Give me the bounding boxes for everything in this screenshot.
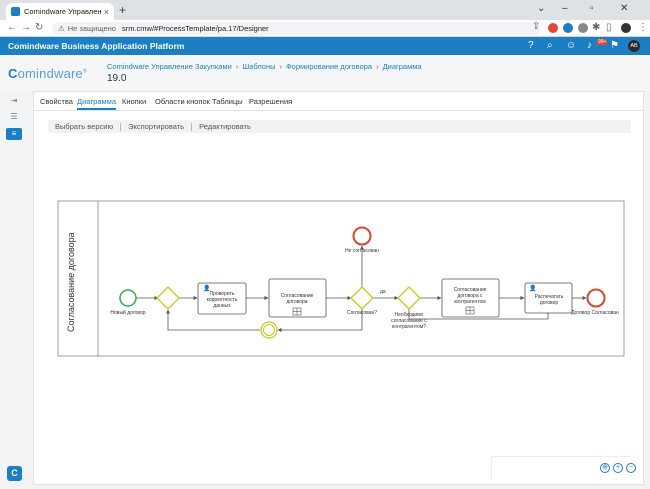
- browser-tab-strip: Comindware Управление Закуп × + ⌄ – ▫ ✕: [0, 0, 650, 20]
- notifications-icon[interactable]: ♪: [587, 40, 592, 51]
- comindware-app-icon[interactable]: C: [7, 466, 22, 481]
- export-button[interactable]: Экспортировать: [121, 122, 191, 131]
- breadcrumb-item[interactable]: Comindware Управление Закупками: [107, 62, 232, 71]
- profile-icon[interactable]: [621, 23, 631, 33]
- extension-icon[interactable]: [578, 23, 588, 33]
- tab-diagram[interactable]: Диаграмма: [77, 97, 117, 110]
- zoom-out-icon[interactable]: −: [626, 463, 636, 473]
- sidebar-panel-icon[interactable]: ▯: [606, 22, 612, 33]
- url-text: srm.cmw/#ProcessTemplate/pa.17/Designer: [121, 24, 269, 33]
- page-header: Comindware® Comindware Управление Закупк…: [0, 55, 650, 91]
- task-label: данных: [213, 303, 231, 309]
- back-icon[interactable]: ←: [7, 22, 17, 33]
- user-icon: 👤: [529, 284, 536, 292]
- end-event-label: Договор Согласован: [571, 310, 619, 316]
- tab-buttons[interactable]: Кнопки: [122, 97, 146, 106]
- start-event-label: Новый договор: [110, 309, 145, 316]
- warning-icon: ⚠: [58, 24, 65, 33]
- tab-button-areas[interactable]: Области кнопок: [155, 97, 210, 106]
- breadcrumb-item[interactable]: Диаграмма: [383, 62, 422, 71]
- minimize-icon[interactable]: –: [562, 3, 568, 14]
- pool[interactable]: [57, 200, 625, 357]
- gateway-label: контрагентом?: [392, 324, 426, 330]
- pool-label: Согласование договора: [66, 232, 76, 332]
- select-version-button[interactable]: Выбрать версию: [48, 122, 120, 131]
- end-event-rejected[interactable]: [352, 226, 372, 246]
- flow-label: да: [380, 289, 386, 295]
- bpmn-diagram: Согласование договора Новый договор 👤 Пр…: [57, 200, 625, 357]
- app-title: Comindware Business Application Platform: [8, 41, 185, 51]
- tab-bar: Свойства Диаграмма Кнопки Области кнопок…: [34, 92, 643, 111]
- browser-tab[interactable]: Comindware Управление Закуп ×: [6, 3, 114, 20]
- zoom-controls: ⊕ + −: [491, 456, 636, 480]
- diagram-toolbar: Выбрать версию Экспортировать Редактиров…: [48, 120, 631, 133]
- new-tab-icon[interactable]: +: [119, 3, 126, 17]
- extension-icon[interactable]: [548, 23, 558, 33]
- task-label: договор: [540, 300, 559, 306]
- search-icon[interactable]: ⌕: [547, 40, 553, 51]
- avatar[interactable]: AB: [628, 40, 640, 52]
- maximize-icon[interactable]: ▫: [590, 3, 594, 14]
- app-header: Comindware Business Application Platform…: [0, 37, 650, 55]
- task-label: контрагентом: [454, 299, 486, 305]
- users-icon[interactable]: ☺: [566, 40, 576, 51]
- comindware-logo: Comindware®: [8, 66, 87, 81]
- breadcrumb-item[interactable]: Шаблоны: [242, 62, 275, 71]
- close-tab-icon[interactable]: ×: [104, 7, 109, 17]
- share-icon[interactable]: ⇪: [532, 21, 540, 32]
- designer-panel: Свойства Диаграмма Кнопки Области кнопок…: [33, 91, 644, 485]
- zoom-fit-icon[interactable]: ⊕: [600, 463, 610, 473]
- browser-menu-icon[interactable]: ⋮: [638, 22, 648, 33]
- notification-badge: 99+: [597, 39, 608, 45]
- gateway-label: Согласован?: [347, 310, 377, 316]
- page-title: 19.0: [107, 73, 127, 84]
- start-event[interactable]: [119, 289, 137, 307]
- address-bar[interactable]: ⚠ Не защищено srm.cmw/#ProcessTemplate/p…: [52, 22, 540, 35]
- extensions-puzzle-icon[interactable]: ✱: [592, 22, 600, 33]
- breadcrumb-item[interactable]: Формирование договора: [286, 62, 372, 71]
- tab-permissions[interactable]: Разрешения: [249, 97, 292, 106]
- help-icon[interactable]: ?: [528, 40, 534, 51]
- breadcrumb: Comindware Управление Закупками › Шаблоны…: [107, 62, 422, 71]
- diagram-canvas[interactable]: Согласование договора Новый договор 👤 Пр…: [48, 136, 636, 484]
- zoom-in-icon[interactable]: +: [613, 463, 623, 473]
- tab-properties[interactable]: Свойства: [40, 97, 73, 106]
- left-sidebar: ⇥ ☰ ≡ C: [0, 91, 30, 489]
- end-event-approved[interactable]: [586, 288, 606, 308]
- menu-icon[interactable]: ≡: [6, 128, 22, 140]
- extension-icon[interactable]: [563, 23, 573, 33]
- flag-icon[interactable]: ⚑: [610, 40, 619, 51]
- end-event-label: Не согласован: [345, 248, 379, 254]
- list-icon[interactable]: ☰: [6, 111, 22, 123]
- browser-tab-title: Comindware Управление Закуп: [24, 7, 101, 16]
- site-favicon-icon: [11, 7, 20, 16]
- edit-button[interactable]: Редактировать: [192, 122, 258, 131]
- collapse-panel-icon[interactable]: ⇥: [6, 95, 22, 107]
- tab-tables[interactable]: Таблицы: [212, 97, 243, 106]
- forward-icon[interactable]: →: [21, 22, 31, 33]
- reload-icon[interactable]: ↻: [35, 22, 43, 33]
- security-status: Не защищено: [67, 24, 116, 33]
- task-label: договора: [286, 299, 307, 305]
- tab-search-icon[interactable]: ⌄: [537, 3, 545, 14]
- close-window-icon[interactable]: ✕: [620, 3, 628, 14]
- browser-toolbar: ← → ↻ ⚠ Не защищено srm.cmw/#ProcessTemp…: [0, 20, 650, 37]
